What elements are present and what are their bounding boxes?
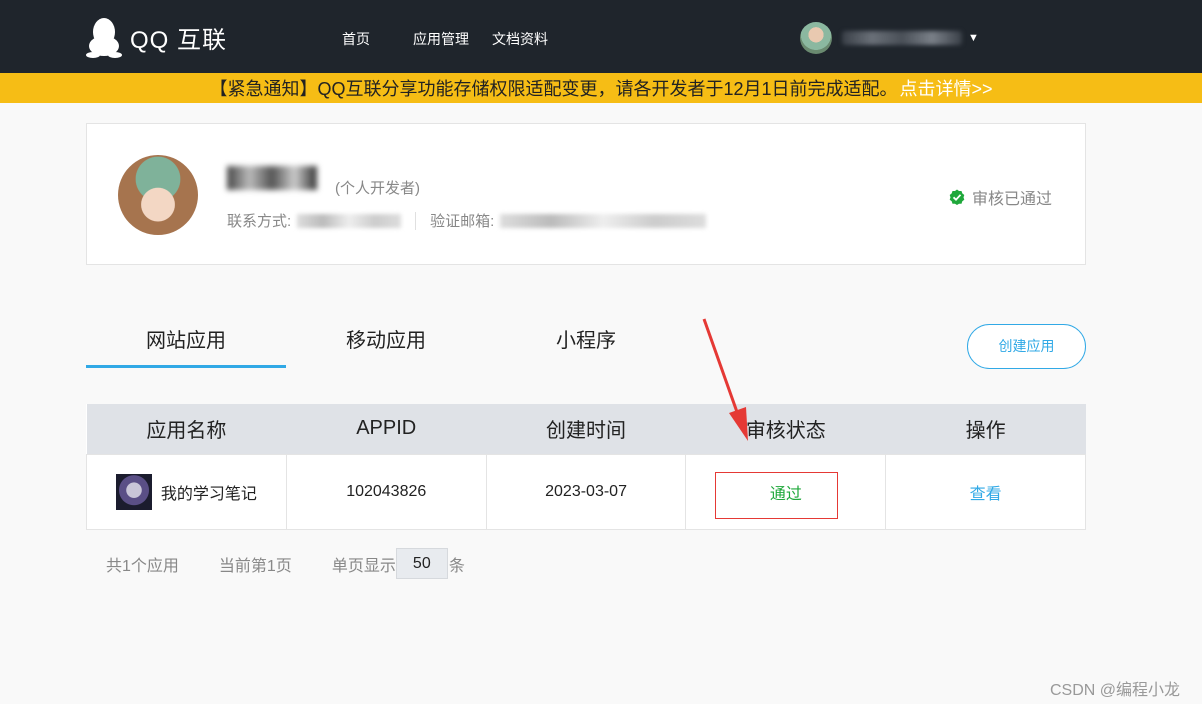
developer-profile-card: (个人开发者) 联系方式: 验证邮箱: 审核已通过 bbox=[86, 123, 1086, 265]
logo-text: QQ 互联 bbox=[130, 26, 228, 54]
cell-action: 查看 bbox=[885, 453, 1086, 530]
tab-website-apps[interactable]: 网站应用 bbox=[86, 318, 286, 368]
user-name-redacted bbox=[842, 31, 962, 45]
caret-down-icon[interactable]: ▼ bbox=[968, 32, 979, 44]
user-menu[interactable]: ▼ bbox=[800, 22, 979, 54]
apps-table: 应用名称 APPID 创建时间 审核状态 操作 我的学习笔记 102043826… bbox=[86, 404, 1086, 530]
column-header-app-name: 应用名称 bbox=[86, 404, 287, 454]
cell-appid: 102043826 bbox=[285, 453, 487, 530]
view-app-link[interactable]: 查看 bbox=[970, 486, 1002, 503]
app-type-tabs: 网站应用 移动应用 小程序 bbox=[86, 318, 886, 368]
developer-type: (个人开发者) bbox=[335, 180, 420, 197]
nav-item-docs[interactable]: 文档资料 bbox=[492, 29, 548, 49]
cell-created: 2023-03-07 bbox=[485, 453, 687, 530]
cell-status: 通过 bbox=[685, 453, 887, 530]
divider bbox=[415, 211, 417, 230]
contact-label: 联系方式: bbox=[227, 213, 292, 230]
nav-item-home[interactable]: 首页 bbox=[342, 29, 370, 49]
app-thumbnail bbox=[115, 473, 152, 510]
email-value-redacted bbox=[500, 213, 707, 228]
urgent-notice-bar: 【紧急通知】QQ互联分享功能存储权限适配变更，请各开发者于12月1日前完成适配。… bbox=[0, 73, 1202, 103]
notice-text: 【紧急通知】QQ互联分享功能存储权限适配变更，请各开发者于12月1日前完成适配。 bbox=[209, 79, 898, 99]
main-nav: 首页 应用管理 文档资料 bbox=[342, 29, 571, 49]
app-name: 我的学习笔记 bbox=[160, 485, 257, 503]
profile-avatar bbox=[118, 155, 198, 235]
contact-info: 联系方式: 验证邮箱: bbox=[227, 210, 707, 231]
pagination: 共1个应用 当前第1页 单页显示 条 bbox=[106, 548, 465, 579]
create-app-button[interactable]: 创建应用 bbox=[967, 324, 1086, 369]
csdn-watermark: CSDN @编程小龙 bbox=[1050, 682, 1181, 699]
review-status: 审核已通过 bbox=[949, 185, 1052, 209]
column-header-status: 审核状态 bbox=[685, 404, 886, 454]
tab-mini-programs[interactable]: 小程序 bbox=[486, 318, 686, 368]
total-count: 共1个应用 bbox=[106, 557, 179, 575]
table-row: 我的学习笔记 102043826 2023-03-07 通过 查看 bbox=[86, 453, 1086, 530]
review-status-text: 审核已通过 bbox=[972, 191, 1053, 208]
column-header-created: 创建时间 bbox=[486, 404, 686, 454]
cell-app-name: 我的学习笔记 bbox=[86, 453, 287, 530]
current-page: 当前第1页 bbox=[218, 557, 292, 575]
qq-penguin-icon bbox=[86, 18, 122, 58]
table-header-row: 应用名称 APPID 创建时间 审核状态 操作 bbox=[86, 404, 1086, 454]
profile-name-redacted bbox=[227, 166, 317, 190]
tab-mobile-apps[interactable]: 移动应用 bbox=[286, 318, 486, 368]
page-size-input[interactable] bbox=[395, 548, 448, 579]
page-size-label: 单页显示 bbox=[331, 557, 396, 575]
page-size-unit: 条 bbox=[448, 557, 465, 575]
user-avatar[interactable] bbox=[800, 22, 832, 54]
qq-connect-logo[interactable]: QQ 互联 bbox=[86, 16, 227, 58]
email-label: 验证邮箱: bbox=[430, 213, 495, 230]
verified-check-icon bbox=[949, 189, 965, 205]
column-header-appid: APPID bbox=[286, 404, 487, 454]
contact-value-redacted bbox=[297, 213, 402, 228]
status-pass-link[interactable]: 通过 bbox=[770, 486, 802, 503]
top-navbar: QQ 互联 首页 应用管理 文档资料 ▼ bbox=[0, 0, 1202, 73]
nav-item-app-management[interactable]: 应用管理 bbox=[413, 29, 469, 49]
notice-details-link[interactable]: 点击详情>> bbox=[900, 75, 993, 101]
column-header-action: 操作 bbox=[885, 404, 1086, 454]
